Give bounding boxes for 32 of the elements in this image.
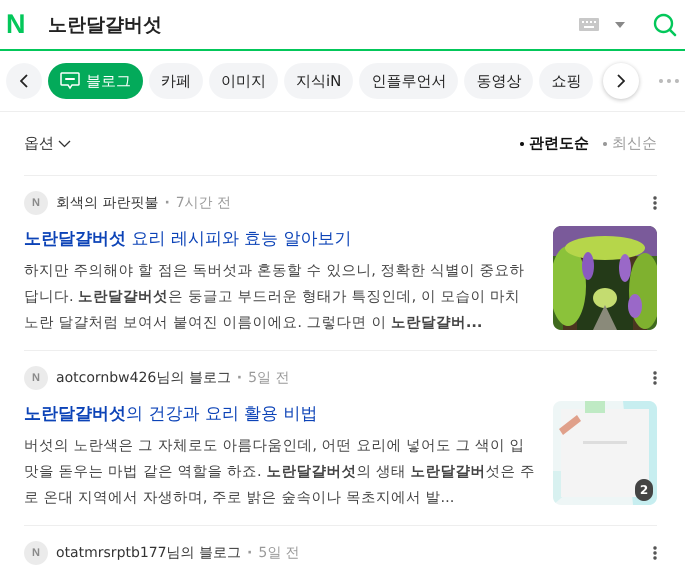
blog-name[interactable]: otatmrsrptb177님의 블로그 bbox=[56, 544, 242, 562]
category-tab[interactable]: 인플루언서 bbox=[359, 63, 458, 99]
sort-option[interactable]: 관련도순 bbox=[520, 134, 589, 153]
category-tab[interactable]: 지식iN bbox=[284, 63, 354, 99]
blog-name[interactable]: aotcornbw426님의 블로그 bbox=[56, 369, 231, 387]
search-query[interactable]: 노란달걀버섯 bbox=[48, 12, 162, 38]
post-time: 5일 전 bbox=[248, 369, 290, 387]
scroll-right-button[interactable] bbox=[603, 63, 640, 99]
options-button[interactable]: 옵션 bbox=[24, 134, 71, 153]
chevron-down-icon bbox=[58, 140, 71, 148]
category-tab[interactable]: 이미지 bbox=[209, 63, 278, 99]
post-snippet: 하지만 주의해야 할 점은 독버섯과 혼동할 수 있으니, 정확한 식별이 중요하답니다. 노란달걀버섯은 둥글고 부드러운 형태가 특징인데, 이 모습이 마치 노란 달걀처럼 보여서 붙여진 이름이에요. 그렇다면 이 노란달걀버... bbox=[24, 262, 526, 333]
scroll-left-button[interactable] bbox=[6, 63, 42, 99]
chevron-left-icon bbox=[20, 74, 28, 88]
more-icon[interactable] bbox=[653, 196, 657, 210]
more-icon[interactable] bbox=[653, 371, 657, 385]
separator-dot: · bbox=[247, 545, 252, 561]
separator-dot: · bbox=[236, 370, 242, 386]
blog-name[interactable]: 회색의 파란핏불 bbox=[56, 194, 158, 212]
more-icon[interactable] bbox=[653, 546, 657, 560]
post-title[interactable]: 노란달걀버섯의 건강과 요리 활용 비법 bbox=[24, 401, 539, 427]
separator-dot: · bbox=[164, 195, 170, 211]
post-snippet: 버섯의 노란색은 그 자체로도 아름다움인데, 어떤 요리에 넣어도 그 색이 입맛을 돋우는 마법 같은 역할을 하죠. 노란달걀버섯의 생태 노란달걀버섯은 주로 온대 지역에서 자생하며, 주로 밝은 숲속이나 목초지에서 발... bbox=[24, 437, 536, 508]
category-tab[interactable]: 동영상 bbox=[464, 63, 534, 99]
caret-icon[interactable] bbox=[615, 22, 625, 28]
post-time: 5일 전 bbox=[258, 544, 300, 562]
category-tab[interactable]: 쇼핑 bbox=[539, 63, 594, 99]
post-time: 7시간 전 bbox=[176, 194, 232, 212]
chevron-right-icon bbox=[617, 74, 626, 88]
post-title[interactable]: 노란달걀버섯 요리 레시피와 효능 알아보기 bbox=[24, 226, 539, 252]
speech-bubble-icon bbox=[60, 72, 80, 90]
category-tab[interactable]: 카페 bbox=[149, 63, 203, 99]
